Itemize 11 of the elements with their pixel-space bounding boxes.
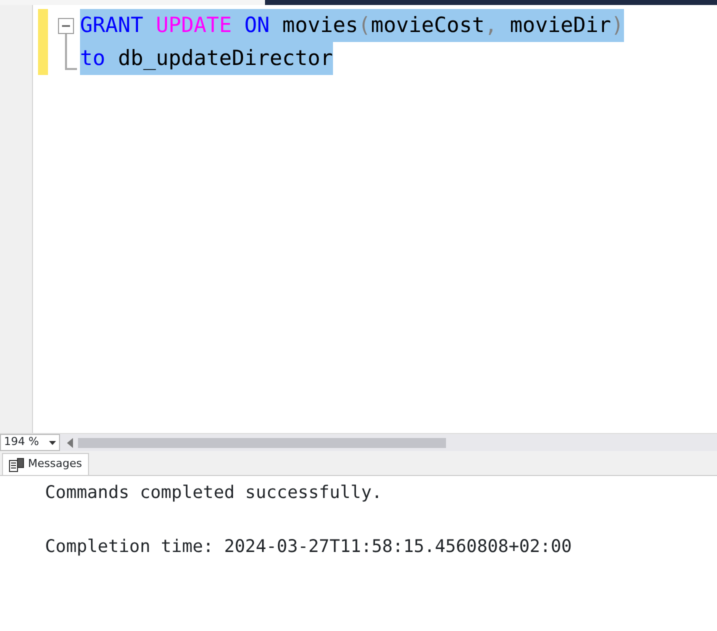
message-text: Commands completed successfully. bbox=[45, 482, 384, 505]
outline-line bbox=[65, 34, 77, 70]
collapse-icon[interactable] bbox=[58, 18, 74, 34]
zoom-dropdown[interactable]: 194 % bbox=[0, 434, 60, 451]
caret-icon bbox=[49, 440, 56, 444]
change-marker bbox=[38, 9, 48, 75]
scroll-left-icon[interactable] bbox=[66, 438, 74, 448]
scrollbar-thumb[interactable] bbox=[78, 438, 446, 448]
messages-icon bbox=[9, 458, 24, 472]
message-text: Completion time: 2024-03-27T11:58:15.4560808+02:00 bbox=[45, 536, 573, 559]
messages-tab[interactable]: Messages bbox=[2, 453, 89, 475]
